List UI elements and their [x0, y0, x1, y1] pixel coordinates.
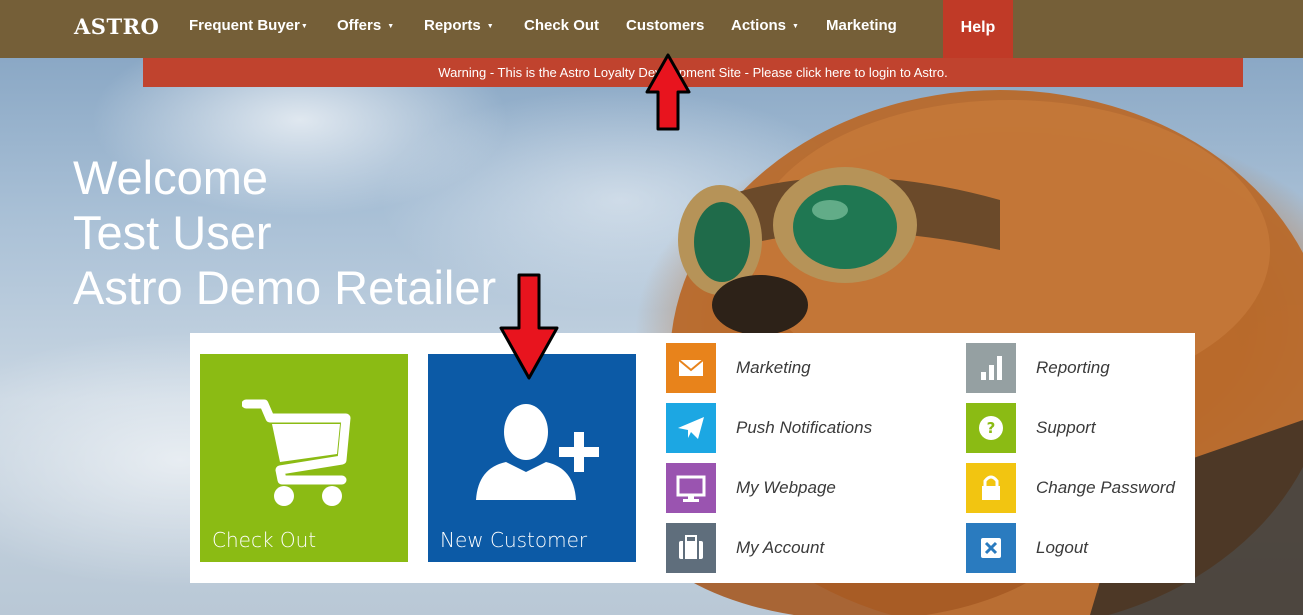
link-reporting[interactable]: Reporting: [966, 343, 1191, 393]
welcome-message: Welcome Test User Astro Demo Retailer: [73, 150, 496, 315]
nav-label: Reports: [424, 17, 481, 34]
add-user-icon: [476, 404, 599, 500]
nav-frequent-buyer[interactable]: Frequent Buyer▼: [189, 17, 308, 34]
nav-customers[interactable]: Customers: [626, 17, 704, 34]
nav-check-out[interactable]: Check Out: [524, 17, 599, 34]
link-marketing[interactable]: Marketing: [666, 343, 906, 393]
dashboard-panel: Check Out New Customer Marketing Push No…: [190, 333, 1195, 583]
close-box-icon: [966, 523, 1016, 573]
annotation-arrow-down-icon: [499, 273, 559, 380]
nav-label: Actions: [731, 17, 787, 34]
check-out-tile[interactable]: Check Out: [200, 354, 408, 562]
nav-label: Frequent Buyer: [189, 17, 300, 34]
link-label: My Webpage: [736, 478, 836, 497]
caret-down-icon: ▼: [300, 23, 308, 30]
link-label: Logout: [1036, 538, 1088, 557]
link-label: Support: [1036, 418, 1096, 437]
link-label: Marketing: [736, 358, 811, 377]
user-name: Test User: [73, 206, 272, 259]
annotation-arrow-up-icon: [645, 53, 691, 131]
nav-offers[interactable]: Offers ▼: [337, 17, 394, 34]
help-button[interactable]: Help: [943, 0, 1013, 58]
link-my-webpage[interactable]: My Webpage: [666, 463, 906, 513]
top-navbar: ASTRO Frequent Buyer▼ Offers ▼ Reports ▼ C…: [0, 0, 1303, 58]
check-out-tile-label: Check Out: [212, 528, 317, 552]
retailer-name: Astro Demo Retailer: [73, 261, 497, 314]
nav-actions[interactable]: Actions ▼: [731, 17, 799, 34]
briefcase-icon: [666, 523, 716, 573]
warning-banner[interactable]: Warning - This is the Astro Loyalty Deve…: [143, 58, 1243, 87]
lock-icon: [966, 463, 1016, 513]
caret-down-icon: ▼: [486, 23, 494, 30]
link-label: Reporting: [1036, 358, 1110, 377]
new-customer-tile-label: New Customer: [440, 528, 588, 552]
link-support[interactable]: ? Support: [966, 403, 1191, 453]
envelope-icon: [666, 343, 716, 393]
welcome-line: Welcome: [73, 151, 269, 204]
monitor-icon: [666, 463, 716, 513]
caret-down-icon: ▼: [387, 23, 395, 30]
question-icon: ?: [966, 403, 1016, 453]
new-customer-tile[interactable]: New Customer: [428, 354, 636, 562]
link-logout[interactable]: Logout: [966, 523, 1191, 573]
link-label: My Account: [736, 538, 825, 557]
link-label: Push Notifications: [736, 418, 873, 437]
nav-label: Check Out: [524, 17, 600, 34]
nav-label: Customers: [626, 17, 705, 34]
link-change-password[interactable]: Change Password: [966, 463, 1191, 513]
shopping-cart-icon: [242, 399, 351, 506]
svg-text:?: ?: [987, 419, 996, 437]
link-my-account[interactable]: My Account: [666, 523, 906, 573]
caret-down-icon: ▼: [792, 23, 799, 30]
nav-label: Marketing: [826, 17, 897, 34]
bar-chart-icon: [966, 343, 1016, 393]
link-push-notifications[interactable]: Push Notifications: [666, 403, 906, 453]
brand-logo[interactable]: ASTRO: [74, 14, 159, 39]
link-label: Change Password: [1036, 478, 1175, 497]
paper-plane-icon: [666, 403, 716, 453]
nav-reports[interactable]: Reports ▼: [424, 17, 494, 34]
nav-marketing[interactable]: Marketing: [826, 17, 897, 34]
nav-label: Offers: [337, 17, 382, 34]
